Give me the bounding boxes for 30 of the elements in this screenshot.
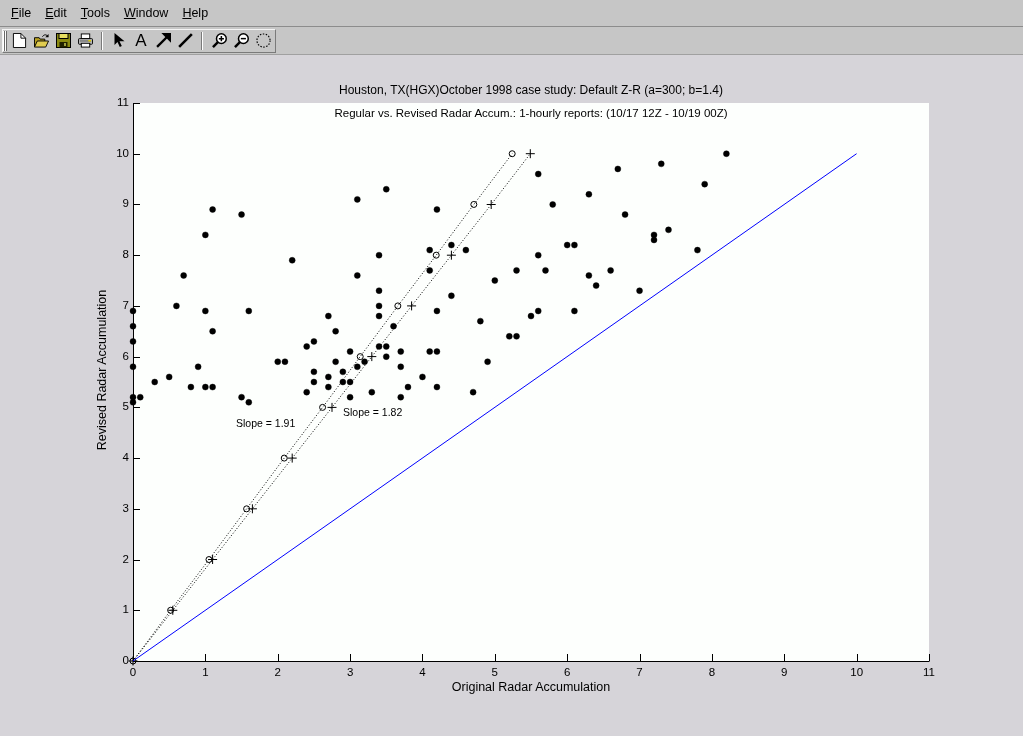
y-tick-label: 1 bbox=[122, 603, 129, 616]
y-tick-label: 5 bbox=[122, 400, 129, 413]
x-tick-label: 1 bbox=[202, 666, 209, 679]
x-tick-label: 3 bbox=[346, 666, 354, 679]
y-tick-label: 6 bbox=[122, 349, 129, 362]
y-tick-label: 4 bbox=[122, 451, 129, 464]
x-tick-label: 0 bbox=[129, 666, 137, 679]
y-tick-label: 2 bbox=[122, 552, 129, 565]
x-axis-label: Original Radar Accumulation bbox=[451, 680, 611, 695]
annotation-label: Slope = 1.82 bbox=[343, 405, 403, 418]
chart-title: Houston, TX(HGX)October 1998 case study: Default Z-R (a=300; b=1.4) bbox=[339, 83, 723, 98]
y-tick-label: 9 bbox=[122, 197, 129, 210]
chart-subtitle: Regular vs. Revised Radar Accum.: 1-hourly reports: (10/17 12Z - 10/19 00Z) bbox=[334, 107, 728, 120]
y-tick-label: 11 bbox=[117, 96, 129, 109]
x-tick-label: 6 bbox=[564, 666, 571, 679]
x-tick-label: 11 bbox=[923, 666, 935, 679]
x-tick-label: 5 bbox=[491, 666, 498, 679]
y-tick-label: 8 bbox=[122, 248, 129, 261]
x-tick-label: 4 bbox=[419, 666, 426, 679]
x-tick-label: 9 bbox=[781, 666, 788, 679]
y-tick-label: 3 bbox=[122, 501, 129, 514]
y-tick-label: 7 bbox=[122, 298, 129, 311]
y-tick-label: 0 bbox=[122, 654, 129, 667]
x-tick-label: 2 bbox=[274, 666, 281, 679]
x-tick-label: 7 bbox=[636, 666, 643, 679]
x-tick-label: 8 bbox=[708, 666, 716, 679]
y-tick-label: 10 bbox=[116, 146, 129, 159]
x-tick-label: 10 bbox=[850, 666, 864, 679]
y-axis-label: Revised Radar Accumulation bbox=[95, 289, 110, 451]
annotation-label: Slope = 1.91 bbox=[236, 416, 296, 429]
